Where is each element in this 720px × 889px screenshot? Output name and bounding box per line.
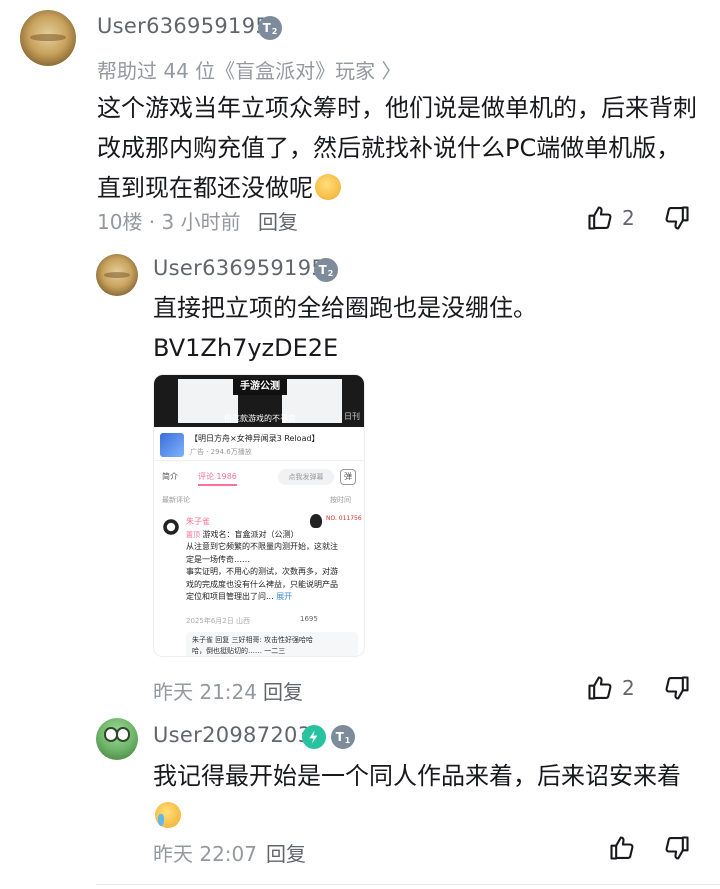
comment-meta: 10楼 · 3 小时前: [97, 210, 241, 234]
dislike-button[interactable]: [663, 204, 691, 236]
comment-like-count: 1695: [300, 615, 318, 623]
thumbs-up-icon: [610, 836, 634, 860]
comment-line: 定是一场传奇……: [186, 554, 250, 564]
thumbs-down-icon: [665, 836, 689, 860]
comment-line: 游戏名：盲盒派对（公测）: [202, 529, 299, 539]
like-button[interactable]: 2: [586, 674, 635, 702]
pinned-tag: 置顶: [186, 530, 200, 539]
reply-button[interactable]: 回复: [266, 838, 306, 867]
thumbs-down-icon: [665, 676, 689, 700]
sub-reply-preview: 朱子雀 回复 三好相哥: 攻击性好强哈哈 哈，倒也挺贴切的…… 一二三: [186, 632, 358, 656]
expand-link: 展开: [276, 592, 293, 601]
attached-image[interactable]: 手游公测 但这款游戏的不寻常 日刊 【明日方舟×女神异闻录3 Reload】 广…: [153, 374, 365, 657]
like-button[interactable]: 2: [586, 204, 635, 232]
ad-title: 【明日方舟×女神异闻录3 Reload】: [190, 434, 320, 443]
comment-date: 2025年6月2日 山西: [186, 617, 250, 625]
username[interactable]: User636959195: [97, 14, 269, 38]
commenter-avatar: [162, 518, 180, 536]
dislike-button[interactable]: [663, 674, 691, 706]
smirk-emoji-icon: [315, 174, 341, 200]
level-badge: T1: [331, 725, 355, 749]
avatar[interactable]: [20, 10, 76, 66]
tab-comments: 评论 1986: [198, 471, 237, 486]
tab-intro: 简介: [162, 472, 178, 481]
reply-text: 直接把立项的全给圈跑也是没绷住。: [153, 294, 537, 322]
comment-text: 这个游戏当年立项众筹时，他们说是做单机的，后来背刺改成那内购充值了，然后就找补说…: [97, 94, 697, 202]
reply-text: 我记得最开始是一个同人作品来着，后来诏安来着: [153, 756, 693, 836]
danmaku-icon: 弹: [340, 469, 356, 485]
like-count: 2: [622, 676, 635, 700]
ad-banner: 【明日方舟×女神异闻录3 Reload】 广告 · 294.6万播放: [154, 429, 364, 461]
like-button[interactable]: [608, 834, 636, 862]
thumbs-up-icon: [588, 206, 612, 230]
level-badge: T2: [314, 258, 338, 282]
divider: [96, 884, 720, 885]
comment-line: 戏的完成度也没有什么裨益，只能说明产品: [186, 579, 338, 589]
reply-button[interactable]: 回复: [263, 676, 303, 705]
avatar[interactable]: [96, 718, 138, 760]
reply-button[interactable]: 回复: [258, 206, 298, 235]
like-count: 2: [622, 206, 635, 230]
avatar[interactable]: [96, 254, 138, 296]
sub-reply-line: 哈，倒也挺贴切的…… 一二三: [192, 647, 286, 655]
ad-thumbnail: [160, 433, 184, 457]
reply-meta: 昨天 22:07: [153, 842, 257, 866]
ad-meta: 广告 · 294.6万播放: [190, 448, 252, 456]
tab-bar: 简介 评论 1986 点我发弹幕 弹: [154, 467, 364, 489]
dislike-button[interactable]: [663, 834, 691, 866]
video-subtitle: 但这款游戏的不寻常: [224, 414, 296, 423]
thumbs-down-icon: [665, 206, 689, 230]
lightning-badge-icon: [302, 725, 326, 749]
thumbs-up-icon: [588, 676, 612, 700]
bv-link[interactable]: BV1Zh7yzDE2E: [153, 328, 338, 368]
comment-line: 从注意到它频繁的不限量内测开始，这就注: [186, 542, 338, 551]
level-badge: T2: [258, 16, 282, 40]
commenter-name: 朱子雀: [186, 517, 210, 526]
sub-reply-line: 朱子雀 回复 三好相哥: 攻击性好强哈哈: [192, 636, 314, 644]
sort-by-time: 按时间: [330, 496, 351, 504]
pinned-comment: 朱子雀 置顶 游戏名：盲盒派对（公测） 从注意到它频繁的不限量内测开始，这就注 …: [186, 516, 360, 604]
comment-line: 事实证明，不用心的测试，次数再多，对游: [186, 567, 338, 576]
comment-line: 定位和项目管理出了问...: [186, 592, 274, 601]
video-watermark: 日刊: [344, 412, 360, 421]
sort-newest: 最新评论: [162, 496, 190, 504]
username[interactable]: User636959195: [153, 256, 325, 280]
video-frame: 手游公测 但这款游戏的不寻常 日刊: [154, 375, 364, 427]
username[interactable]: User20987203: [153, 723, 311, 747]
crying-emoji-icon: [155, 802, 181, 828]
reply-meta: 昨天 21:24: [153, 680, 257, 704]
video-title: 手游公测: [233, 379, 287, 395]
helped-players-link[interactable]: 帮助过 44 位《盲盒派对》玩家 〉: [97, 55, 402, 84]
danmaku-input: 点我发弹幕: [278, 469, 334, 485]
